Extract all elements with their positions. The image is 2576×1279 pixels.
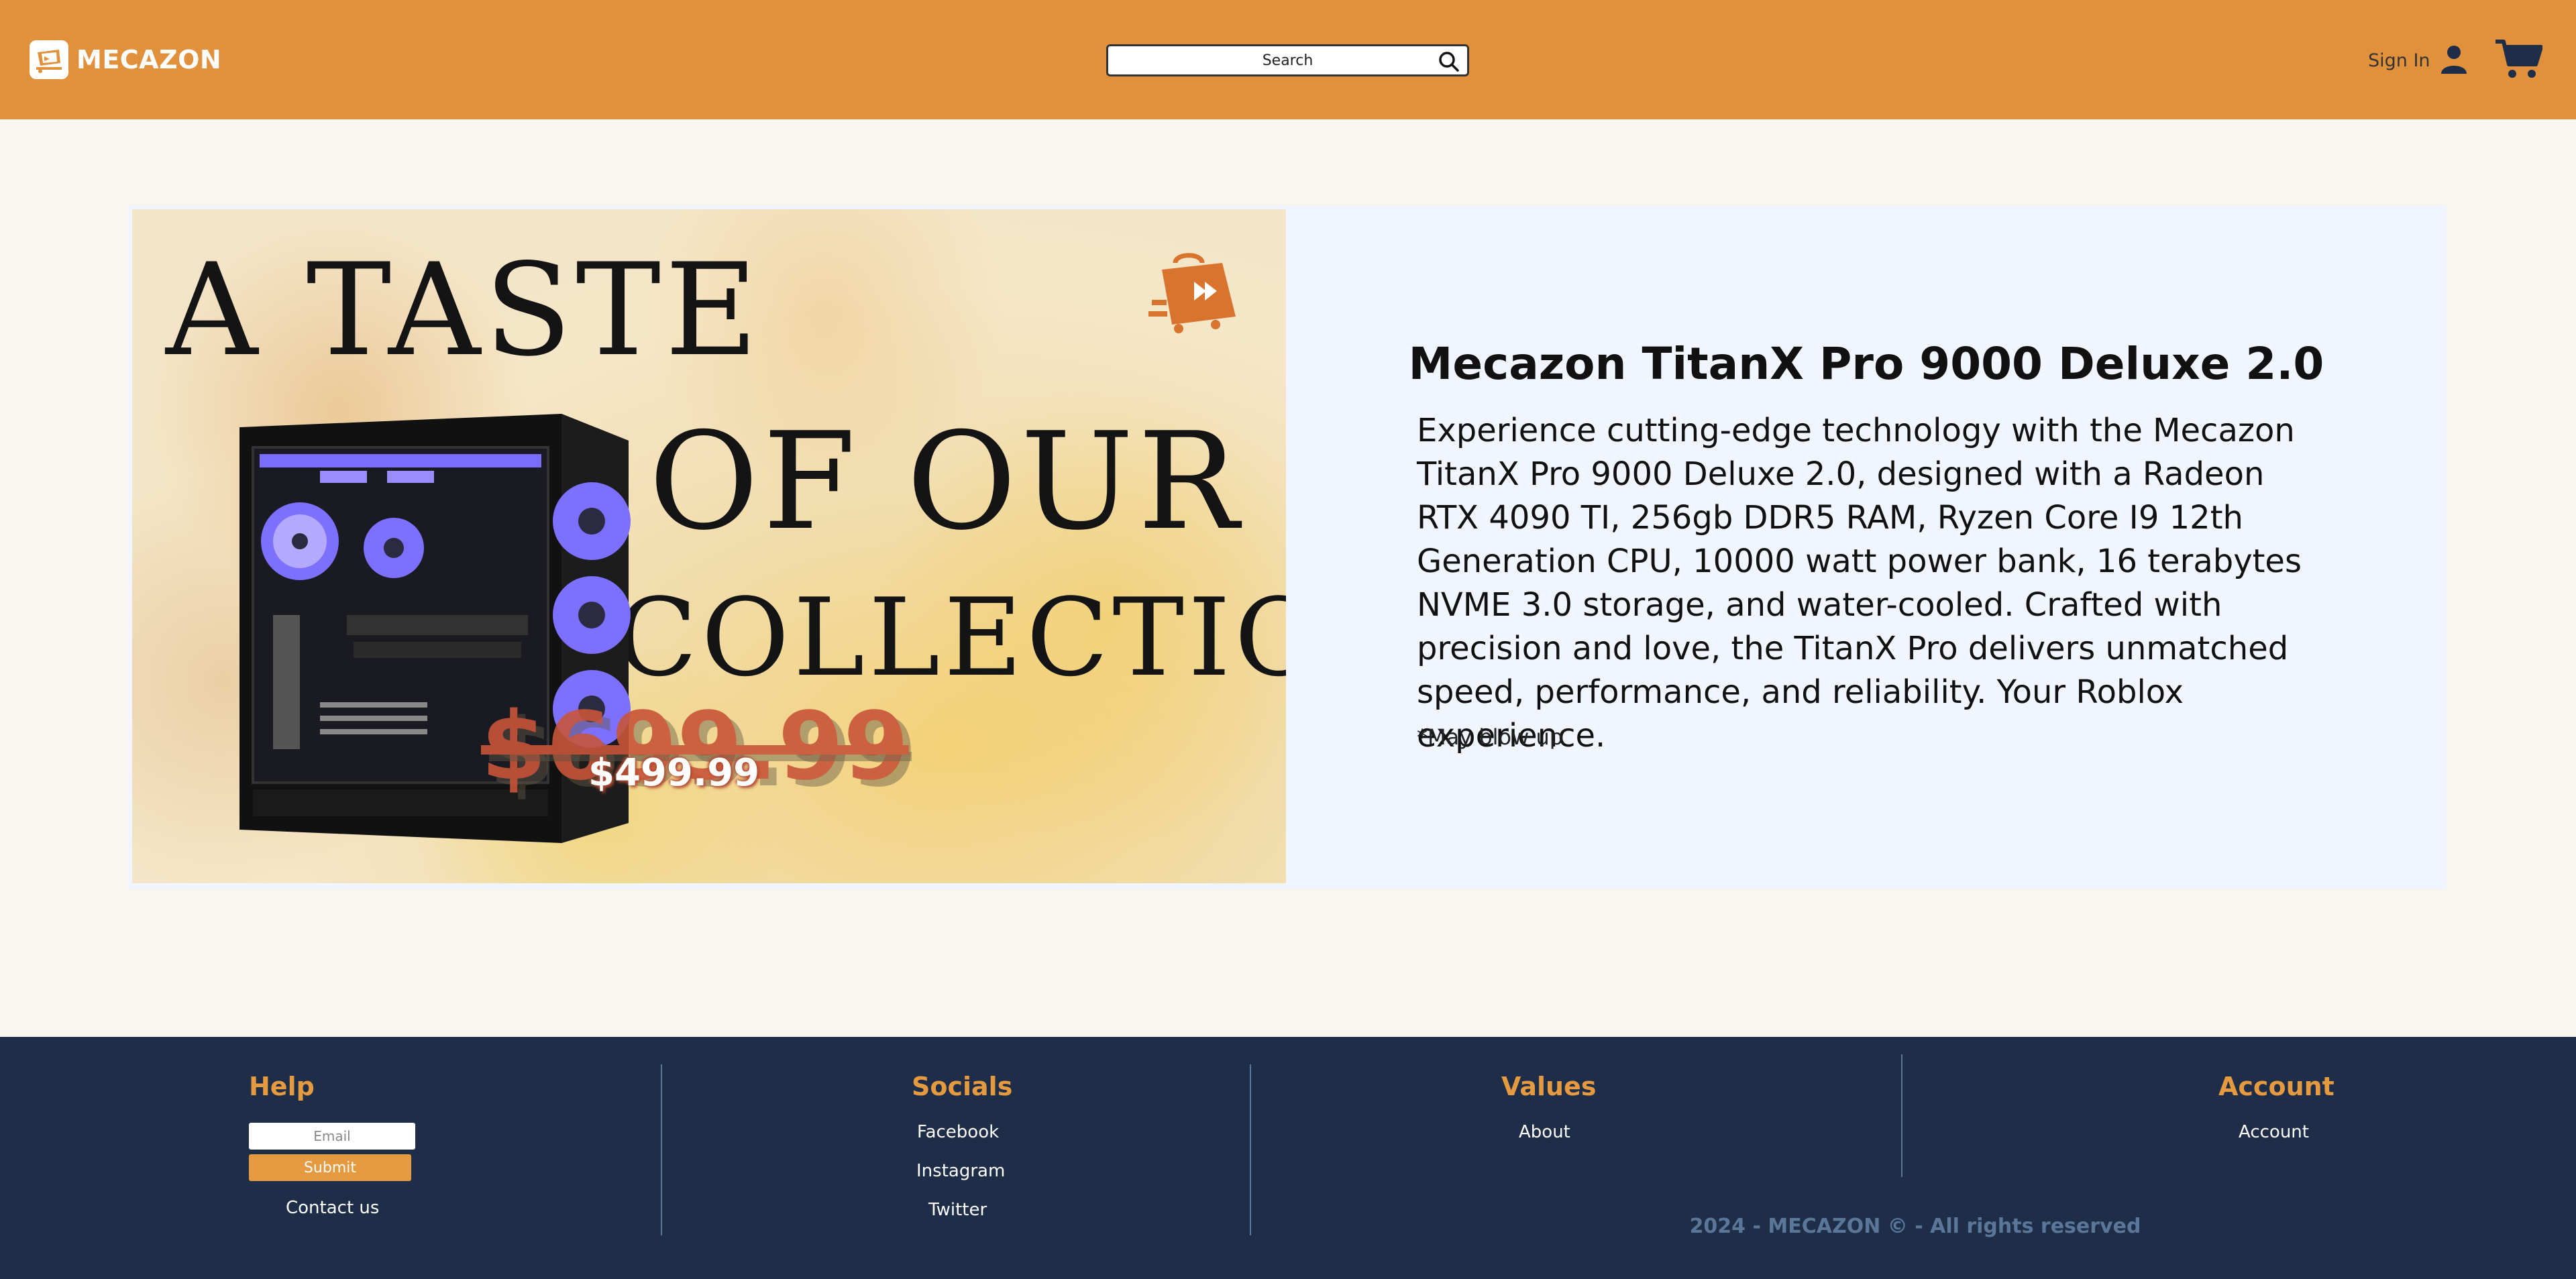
instagram-link[interactable]: Instagram xyxy=(916,1161,1005,1181)
search-bar xyxy=(1106,44,1469,76)
footer-account-title: Account xyxy=(2218,1072,2334,1101)
submit-button[interactable]: Submit xyxy=(249,1154,411,1181)
footer-divider xyxy=(1250,1064,1251,1235)
product-description: Experience cutting-edge technology with … xyxy=(1417,412,2302,755)
search-input[interactable] xyxy=(1108,46,1467,74)
product-title: Mecazon TitanX Pro 9000 Deluxe 2.0 xyxy=(1408,338,2324,390)
user-icon xyxy=(2440,44,2468,76)
cart-icon[interactable] xyxy=(2494,38,2543,83)
footer-help-title: Help xyxy=(249,1072,315,1101)
banner-line-1: A TASTE xyxy=(166,236,762,384)
footer-divider xyxy=(1901,1054,1902,1177)
contact-us-link[interactable]: Contact us xyxy=(286,1198,379,1218)
shopping-bag-icon xyxy=(1148,249,1249,339)
logo-icon xyxy=(30,40,68,79)
footer-divider xyxy=(661,1064,662,1235)
email-field[interactable] xyxy=(249,1123,415,1150)
brand-logo[interactable]: MECAZON xyxy=(30,40,221,79)
account-link[interactable]: Account xyxy=(2239,1122,2309,1142)
brand-name: MECAZON xyxy=(76,45,222,74)
facebook-link[interactable]: Facebook xyxy=(917,1122,999,1142)
signin-link[interactable]: Sign In xyxy=(2368,44,2468,76)
signin-label: Sign In xyxy=(2368,50,2430,71)
copyright-text: 2024 - MECAZON © - All rights reserved xyxy=(1689,1215,2141,1238)
footer-socials-title: Socials xyxy=(912,1072,1013,1101)
search-icon[interactable] xyxy=(1438,50,1460,76)
new-price: $499.99 xyxy=(588,751,760,795)
twitter-link[interactable]: Twitter xyxy=(928,1200,987,1220)
product-disclaimer: *May blow up xyxy=(1417,724,1564,750)
banner-line-2: OF OUR xyxy=(649,404,1243,560)
site-header: MECAZON Sign In xyxy=(0,0,2576,119)
about-link[interactable]: About xyxy=(1519,1122,1570,1142)
footer-values-title: Values xyxy=(1501,1072,1597,1101)
banner-line-3: COLLECTION xyxy=(615,575,1286,700)
promo-banner: A TASTE OF OUR COLLECTION xyxy=(132,209,1286,883)
